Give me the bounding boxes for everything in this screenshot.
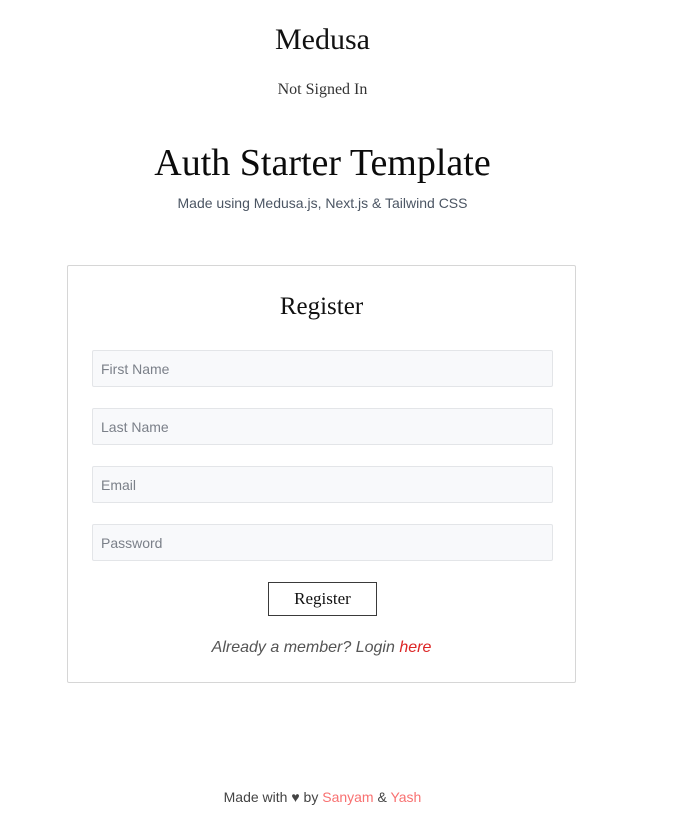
auth-status: Not Signed In	[277, 81, 368, 98]
author-link-sanyam[interactable]: Sanyam	[322, 789, 373, 805]
register-card: Register Register Already a member? Logi…	[67, 265, 576, 683]
brand-title: Medusa	[275, 23, 370, 56]
last-name-input[interactable]	[92, 408, 553, 445]
email-input[interactable]	[92, 466, 553, 503]
footer-separator: &	[373, 789, 391, 805]
login-prompt-text: Already a member? Login	[211, 639, 400, 656]
register-button[interactable]: Register	[268, 582, 377, 616]
footer-prefix: Made with	[223, 789, 292, 805]
author-link-yash[interactable]: Yash	[390, 789, 421, 805]
first-name-input[interactable]	[92, 350, 553, 387]
footer-by: by	[299, 789, 323, 805]
login-prompt: Already a member? Login here	[68, 639, 575, 657]
heart-icon: ♥	[291, 789, 300, 805]
hero-subtitle: Made using Medusa.js, Next.js & Tailwind…	[177, 195, 468, 211]
hero-title: Auth Starter Template	[154, 142, 491, 184]
register-title: Register	[279, 293, 364, 320]
password-input[interactable]	[92, 524, 553, 561]
footer: Made with ♥ by Sanyam & Yash	[0, 788, 645, 806]
login-link[interactable]: here	[399, 639, 431, 656]
